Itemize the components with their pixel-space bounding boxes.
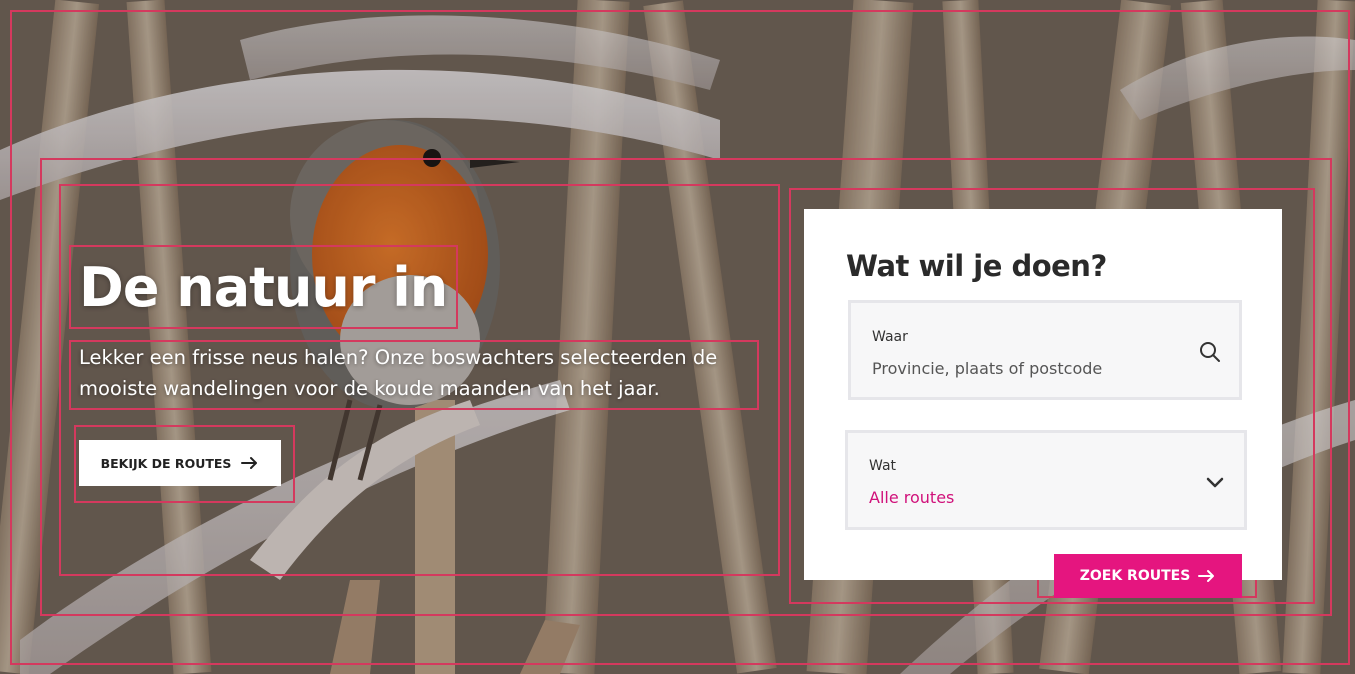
hero-section: De natuur in Lekker een frisse neus hale… (0, 0, 1355, 674)
where-input[interactable]: Provincie, plaats of postcode (872, 359, 1102, 378)
search-card-title: Wat wil je doen? (846, 249, 1107, 283)
chevron-down-icon[interactable] (1204, 471, 1226, 493)
search-icon[interactable] (1199, 341, 1221, 363)
where-label: Waar (872, 329, 908, 345)
what-label: Wat (869, 458, 897, 474)
search-routes-label: ZOEK ROUTES (1079, 568, 1191, 584)
what-select[interactable]: Wat Alle routes (845, 430, 1247, 530)
hero-title: De natuur in (79, 256, 448, 319)
arrow-right-icon (1198, 570, 1215, 582)
view-routes-label: BEKIJK DE ROUTES (100, 455, 232, 471)
hero-intro: Lekker een frisse neus halen? Onze boswa… (79, 346, 718, 400)
arrow-right-icon (241, 457, 258, 469)
where-field[interactable]: Waar Provincie, plaats of postcode (848, 300, 1242, 400)
what-selected-value[interactable]: Alle routes (869, 488, 954, 507)
view-routes-button[interactable]: BEKIJK DE ROUTES (79, 440, 281, 486)
search-routes-button[interactable]: ZOEK ROUTES (1054, 554, 1242, 598)
